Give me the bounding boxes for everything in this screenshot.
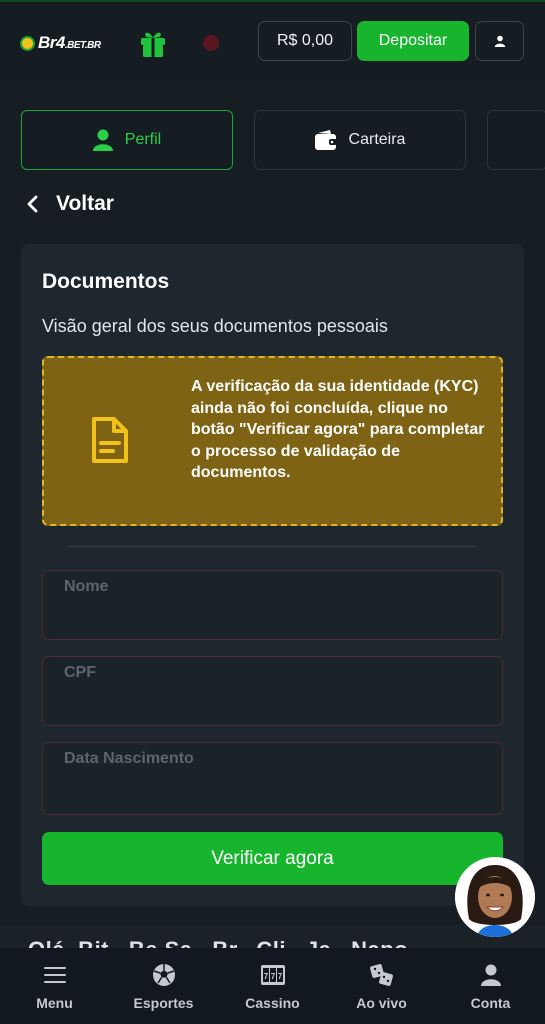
soccer-ball-icon	[151, 962, 177, 988]
partial-content-strip: Olá, Bit...Be Sa...Br...Cli...Ja...Napo.…	[0, 925, 545, 949]
nav-label: Cassino	[245, 994, 300, 1011]
support-avatar[interactable]	[455, 857, 535, 937]
tab-label: Carteira	[348, 131, 406, 148]
nav-esportes[interactable]: Esportes	[109, 948, 218, 1024]
user-icon	[494, 35, 505, 47]
tab-more[interactable]	[487, 110, 545, 170]
chevron-left-icon	[27, 195, 38, 213]
menu-icon	[42, 962, 68, 988]
gift-icon[interactable]	[139, 28, 167, 58]
verify-now-button[interactable]: Verificar agora	[42, 832, 503, 885]
app-root: Br4.BET.BR R$ 0,00 Depositar Perfil Cart…	[0, 0, 545, 1024]
data-nascimento-input[interactable]	[64, 780, 481, 804]
cpf-field[interactable]: CPF	[42, 656, 503, 726]
logo-suffix: .BET.BR	[64, 40, 101, 51]
back-button[interactable]: Voltar	[26, 192, 114, 216]
back-label: Voltar	[56, 192, 114, 215]
kyc-notice-text: A verificação da sua identidade (KYC) ai…	[191, 378, 485, 481]
support-agent-avatar-icon	[455, 857, 535, 937]
nav-label: Ao vivo	[356, 994, 407, 1011]
nav-cassino[interactable]: 7 7 7 Cassino	[218, 948, 327, 1024]
nome-label: Nome	[64, 578, 109, 595]
data-nascimento-field[interactable]: Data Nascimento	[42, 742, 503, 815]
svg-text:7: 7	[263, 972, 268, 981]
tab-label: Perfil	[124, 131, 162, 148]
data-nascimento-label: Data Nascimento	[64, 750, 194, 767]
documents-card: Documentos Visão geral dos seus document…	[21, 244, 524, 906]
cpf-input[interactable]	[64, 691, 481, 715]
nav-label: Conta	[470, 994, 511, 1011]
logo-ball-icon	[20, 35, 35, 51]
svg-text:7: 7	[270, 972, 275, 981]
account-icon	[478, 962, 504, 988]
tab-carteira[interactable]: Carteira	[254, 110, 466, 170]
wallet-icon	[314, 130, 337, 150]
user-icon	[92, 129, 113, 151]
documents-title: Documentos	[42, 270, 170, 293]
dice-icon	[369, 962, 395, 988]
document-icon	[92, 417, 128, 463]
documents-subtitle: Visão geral dos seus documentos pessoais	[42, 316, 388, 336]
logo-text: Br4	[38, 33, 65, 52]
divider	[68, 546, 476, 547]
nav-menu[interactable]: Menu	[0, 948, 109, 1024]
tab-perfil[interactable]: Perfil	[21, 110, 233, 170]
deposit-button[interactable]: Depositar	[357, 21, 469, 61]
nome-field[interactable]: Nome	[42, 570, 503, 640]
site-logo[interactable]: Br4.BET.BR	[20, 33, 125, 53]
bottom-nav: Menu Esportes 7 7 7 Cassino Ao vivo Cont…	[0, 948, 545, 1024]
slot-machine-icon: 7 7 7	[260, 962, 286, 988]
nome-input[interactable]	[64, 605, 481, 629]
kyc-notice: A verificação da sua identidade (KYC) ai…	[42, 356, 503, 526]
profile-tabs: Perfil Carteira	[21, 110, 545, 170]
svg-text:7: 7	[277, 972, 282, 981]
account-button[interactable]	[475, 21, 524, 61]
nav-label: Menu	[36, 994, 73, 1011]
nav-ao-vivo[interactable]: Ao vivo	[327, 948, 436, 1024]
nav-label: Esportes	[133, 994, 194, 1011]
notification-dot	[203, 35, 219, 51]
nav-conta[interactable]: Conta	[436, 948, 545, 1024]
cpf-label: CPF	[64, 664, 96, 681]
balance-button[interactable]: R$ 0,00	[258, 21, 352, 61]
